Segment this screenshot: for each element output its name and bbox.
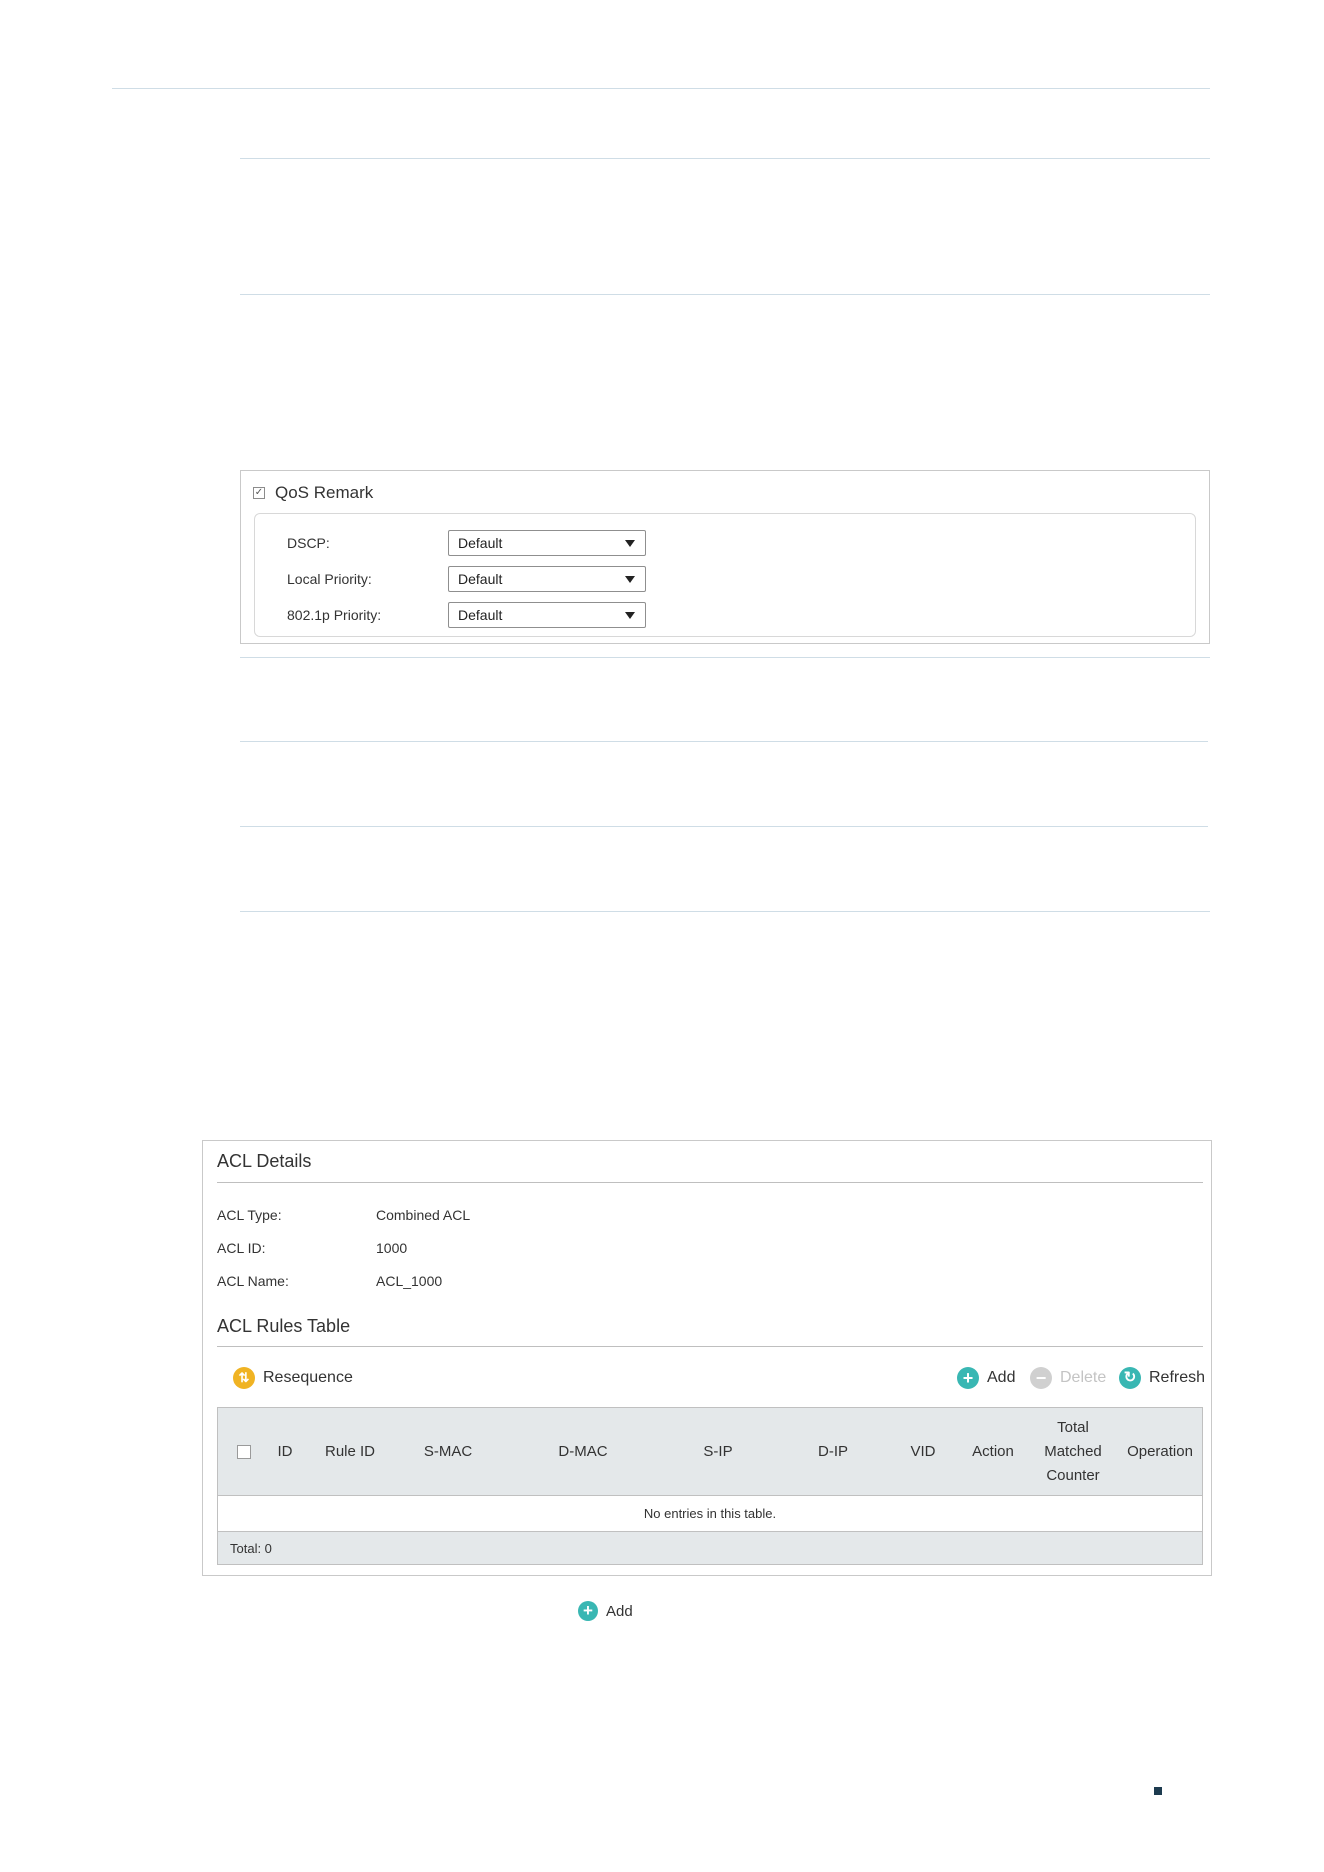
- qos-remark-panel: ✓ QoS Remark DSCP: Default Local Priorit…: [240, 470, 1210, 644]
- acl-name-label: ACL Name:: [217, 1273, 289, 1289]
- col-d-mac[interactable]: D-MAC: [518, 1408, 648, 1496]
- section-rule: [240, 294, 1210, 295]
- delete-label: Delete: [1060, 1369, 1107, 1386]
- col-vid[interactable]: VID: [888, 1408, 958, 1496]
- acl-name-value: ACL_1000: [376, 1273, 443, 1289]
- table-header: ID Rule ID S-MAC D-MAC S-IP D-IP VID Act…: [218, 1408, 1202, 1496]
- qos-remark-header: ✓ QoS Remark: [253, 483, 373, 503]
- acl-id-label: ACL ID:: [217, 1240, 266, 1256]
- acl-rules-rule: [217, 1346, 1203, 1347]
- delete-button[interactable]: − Delete: [1030, 1367, 1106, 1389]
- col-total-matched-counter[interactable]: Total Matched Counter: [1030, 1408, 1116, 1496]
- resequence-button[interactable]: ⇅ Resequence: [233, 1367, 353, 1389]
- empty-table-row: No entries in this table.: [218, 1496, 1202, 1532]
- page-marker: [1154, 1787, 1162, 1795]
- col-d-ip[interactable]: D-IP: [778, 1408, 888, 1496]
- dropdown-arrow-icon: [625, 576, 635, 583]
- delete-icon: −: [1030, 1367, 1052, 1389]
- dscp-value: Default: [458, 535, 503, 551]
- acl-rules-title: ACL Rules Table: [217, 1316, 351, 1336]
- acl-type-label: ACL Type:: [217, 1207, 282, 1223]
- section-rule: [240, 158, 1210, 159]
- acl-id-value: 1000: [376, 1240, 408, 1256]
- table-footer-total: Total: 0: [218, 1532, 1202, 1564]
- add-button[interactable]: + Add: [957, 1367, 1015, 1389]
- add-label: Add: [987, 1369, 1016, 1386]
- resequence-icon: ⇅: [233, 1367, 255, 1389]
- refresh-button[interactable]: ↻ Refresh: [1119, 1367, 1205, 1389]
- section-rule: [240, 826, 1208, 827]
- qos-remark-title: QoS Remark: [275, 483, 374, 502]
- acl-panel: ACL Details ACL Type: Combined ACL ACL I…: [202, 1140, 1212, 1576]
- acl-details-rule: [217, 1182, 1203, 1183]
- dot1p-priority-label: 802.1p Priority:: [287, 607, 382, 623]
- local-priority-label: Local Priority:: [287, 571, 372, 587]
- select-all-checkbox[interactable]: [237, 1445, 251, 1459]
- dscp-label: DSCP:: [287, 535, 330, 551]
- local-priority-select[interactable]: Default: [448, 566, 646, 592]
- add-icon: +: [957, 1367, 979, 1389]
- dropdown-arrow-icon: [625, 612, 635, 619]
- top-rule: [112, 88, 1210, 89]
- col-s-ip[interactable]: S-IP: [658, 1408, 778, 1496]
- acl-rules-table: ID Rule ID S-MAC D-MAC S-IP D-IP VID Act…: [217, 1407, 1203, 1565]
- col-id[interactable]: ID: [270, 1408, 300, 1496]
- local-priority-value: Default: [458, 571, 503, 587]
- select-all-cell: [234, 1408, 254, 1496]
- bottom-add-button[interactable]: + Add: [578, 1601, 633, 1621]
- bottom-add-label: Add: [606, 1602, 633, 1620]
- dot1p-priority-select[interactable]: Default: [448, 602, 646, 628]
- section-rule: [240, 657, 1210, 658]
- qos-remark-fields: DSCP: Default Local Priority: Default 80…: [254, 513, 1196, 637]
- dot1p-priority-value: Default: [458, 607, 503, 623]
- acl-type-value: Combined ACL: [376, 1207, 471, 1223]
- dropdown-arrow-icon: [625, 540, 635, 547]
- col-rule-id[interactable]: Rule ID: [310, 1408, 390, 1496]
- refresh-icon: ↻: [1119, 1367, 1141, 1389]
- local-priority-row: Local Priority: Default: [255, 565, 1195, 593]
- acl-details-title: ACL Details: [217, 1151, 312, 1171]
- refresh-label: Refresh: [1149, 1369, 1206, 1386]
- qos-remark-checkbox[interactable]: ✓: [253, 487, 265, 499]
- add-icon: +: [578, 1601, 598, 1621]
- dot1p-priority-row: 802.1p Priority: Default: [255, 601, 1195, 629]
- dscp-select[interactable]: Default: [448, 530, 646, 556]
- section-rule: [240, 741, 1208, 742]
- section-rule: [240, 911, 1210, 912]
- resequence-label: Resequence: [263, 1369, 353, 1386]
- col-s-mac[interactable]: S-MAC: [398, 1408, 498, 1496]
- col-action[interactable]: Action: [958, 1408, 1028, 1496]
- col-operation: Operation: [1127, 1443, 1193, 1460]
- dscp-row: DSCP: Default: [255, 529, 1195, 557]
